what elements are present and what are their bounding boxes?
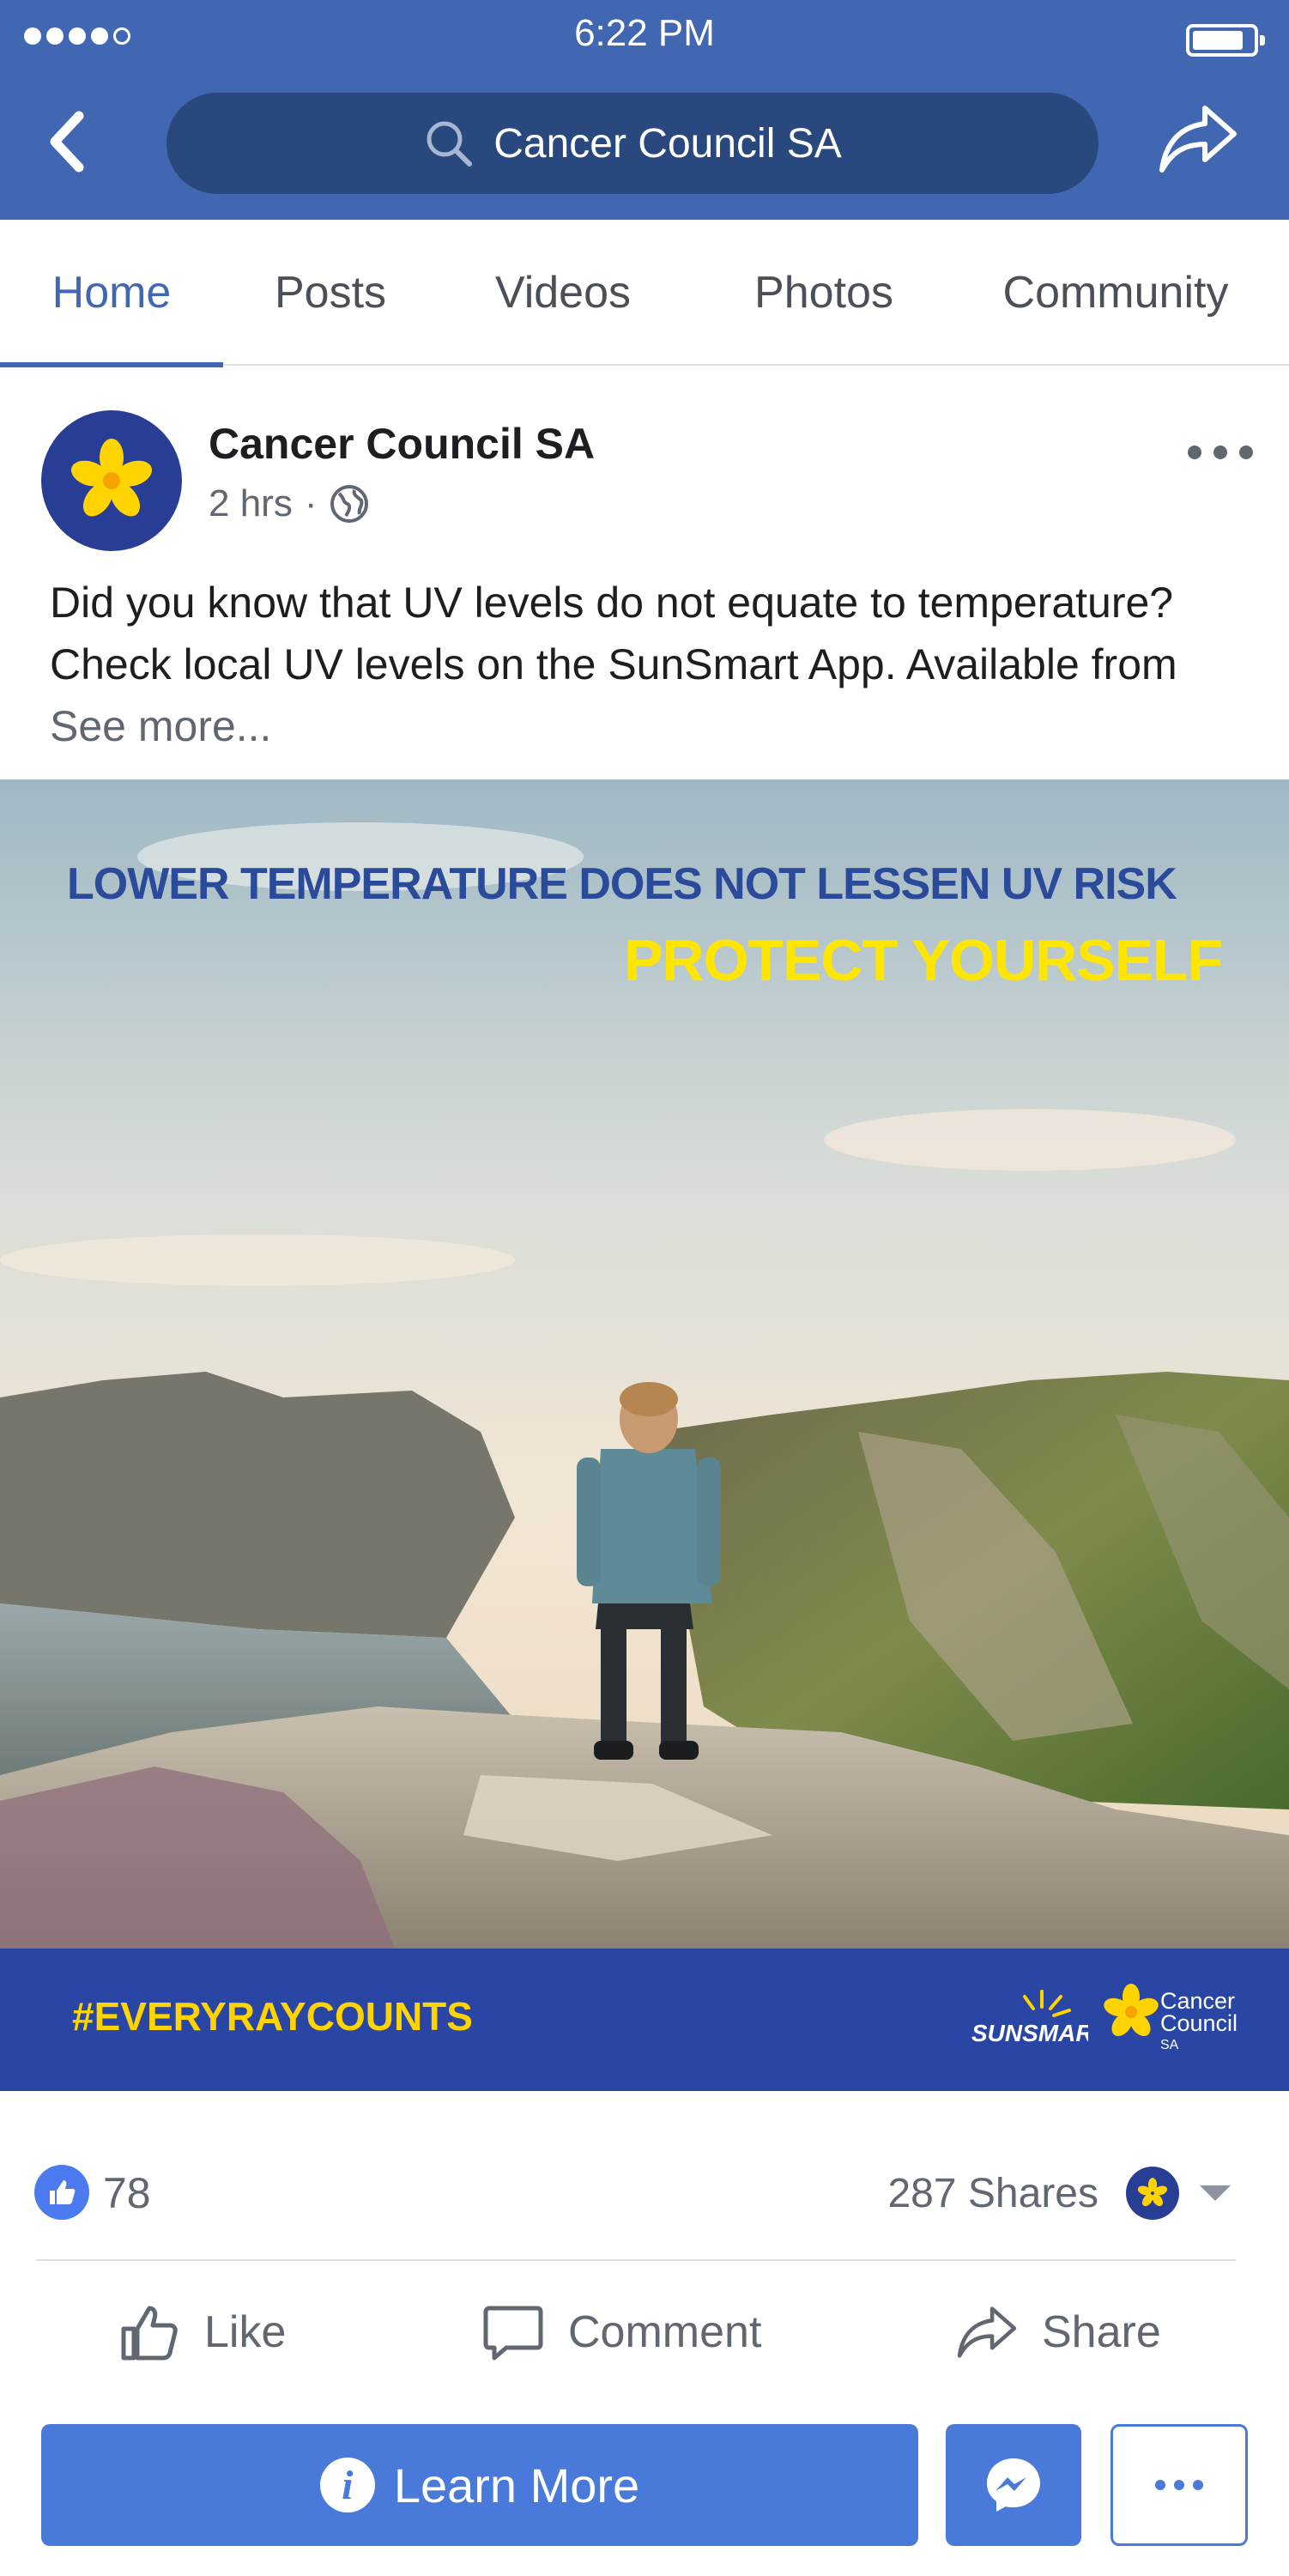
tab-photos[interactable]: Photos — [729, 220, 918, 366]
daffodil-logo-icon — [1137, 2178, 1168, 2207]
share-icon — [1159, 106, 1237, 173]
dot — [1213, 445, 1227, 459]
tab-home[interactable]: Home — [0, 220, 223, 367]
post-meta: 2 hrs · — [209, 482, 370, 525]
tab-community[interactable]: Community — [978, 220, 1253, 366]
more-options-button[interactable] — [1110, 2424, 1248, 2546]
thumbs-up-icon — [50, 2180, 76, 2204]
share-label: Share — [1042, 2307, 1161, 2357]
share-count[interactable]: 287 Shares — [887, 2170, 1098, 2217]
share-icon — [957, 2306, 1017, 2358]
dot — [1188, 445, 1201, 459]
page-name[interactable]: Cancer Council SA — [209, 419, 595, 469]
svg-text:SUNSMART: SUNSMART — [971, 2020, 1088, 2046]
page-tabs: Home Posts Videos Photos Community — [0, 220, 1289, 367]
post-body: Did you know that UV levels do not equat… — [50, 579, 1177, 688]
post-options-button[interactable] — [1188, 433, 1253, 471]
image-subheadline: PROTECT YOURSELF — [624, 928, 1223, 993]
top-header: 6:22 PM Cancer Council SA — [0, 0, 1289, 220]
page-avatar[interactable] — [41, 410, 182, 551]
acting-as-avatar[interactable] — [1126, 2167, 1179, 2220]
image-headline: LOWER TEMPERATURE DOES NOT LESSEN UV RIS… — [67, 859, 1177, 909]
dot — [1174, 2480, 1184, 2490]
learn-more-button[interactable]: i Learn More — [41, 2424, 918, 2546]
share-page-button[interactable] — [1155, 96, 1241, 182]
status-bar: 6:22 PM — [0, 0, 1289, 69]
tab-posts[interactable]: Posts — [240, 220, 421, 366]
search-bar[interactable]: Cancer Council SA — [166, 93, 1098, 194]
tab-videos[interactable]: Videos — [472, 220, 654, 366]
dot — [1155, 2480, 1165, 2490]
search-icon — [427, 121, 473, 167]
search-text: Cancer Council SA — [493, 120, 842, 167]
chevron-left-icon — [50, 111, 84, 173]
see-more-link[interactable]: See more... — [50, 702, 271, 750]
like-count[interactable]: 78 — [103, 2168, 151, 2218]
battery-icon — [1186, 24, 1265, 57]
cancer-council-logo-text: Cancer Council SA — [1160, 1990, 1238, 2057]
back-button[interactable] — [43, 107, 94, 176]
like-button[interactable]: Like — [117, 2294, 286, 2371]
post-time[interactable]: 2 hrs — [209, 482, 293, 525]
dot — [1239, 445, 1253, 459]
globe-icon — [330, 485, 369, 523]
status-time: 6:22 PM — [574, 12, 715, 54]
post-text: Did you know that UV levels do not equat… — [50, 572, 1251, 757]
info-icon: i — [319, 2458, 375, 2512]
chevron-down-icon[interactable] — [1200, 2185, 1231, 2201]
learn-more-label: Learn More — [393, 2458, 640, 2512]
comment-icon — [483, 2306, 543, 2361]
image-hashtag: #EVERYRAYCOUNTS — [72, 1994, 473, 2039]
like-label: Like — [204, 2307, 287, 2357]
daffodil-logo-icon — [70, 439, 153, 517]
share-button[interactable]: Share — [954, 2294, 1161, 2371]
comment-label: Comment — [568, 2307, 762, 2357]
messenger-button[interactable] — [946, 2424, 1081, 2546]
comment-button[interactable]: Comment — [481, 2294, 761, 2371]
logo-line-2: Council — [1160, 2010, 1238, 2036]
meta-separator: · — [304, 482, 318, 524]
sunsmart-logo: SUNSMART — [971, 1990, 1088, 2046]
thumbs-up-outline-icon — [121, 2306, 178, 2361]
cancer-council-flower-icon — [1104, 1984, 1159, 2037]
like-reaction-icon[interactable] — [34, 2165, 89, 2220]
logo-line-3: SA — [1160, 2038, 1179, 2052]
dot — [1193, 2480, 1203, 2490]
messenger-icon — [987, 2458, 1040, 2512]
divider — [36, 2259, 1236, 2261]
